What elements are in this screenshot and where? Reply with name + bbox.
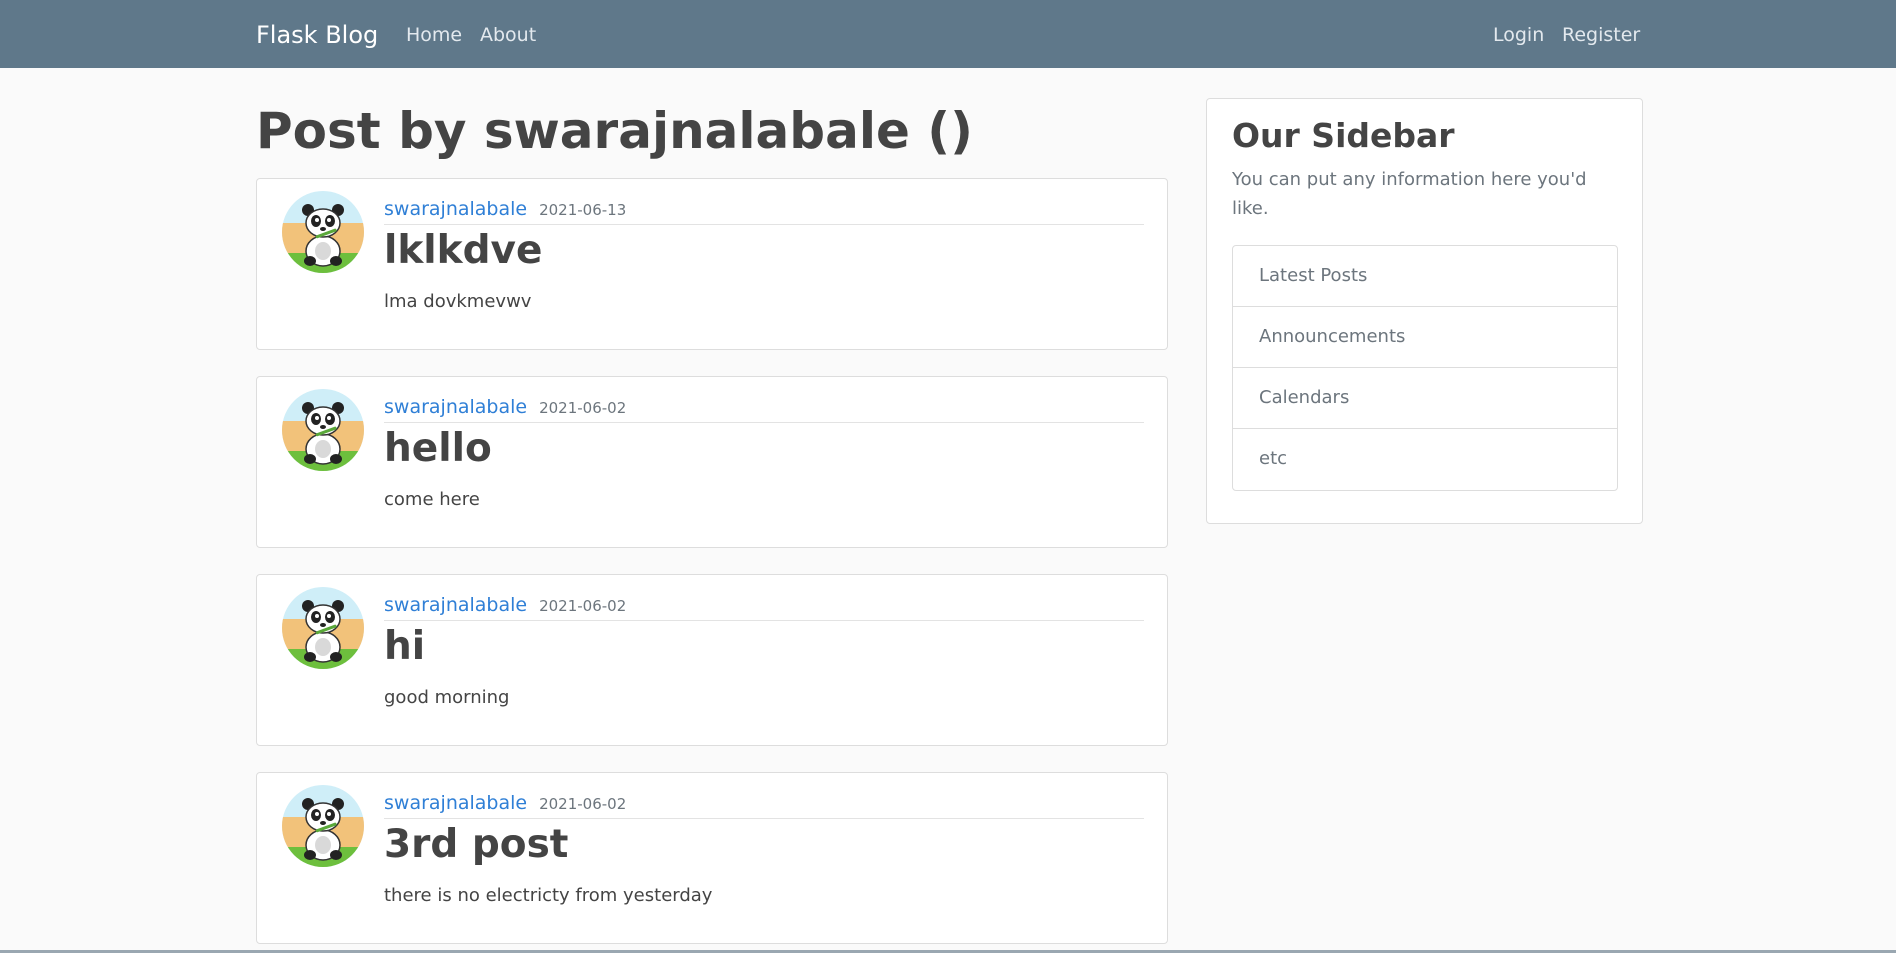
post-author-link[interactable]: swarajnalabale bbox=[384, 792, 527, 814]
brand-link[interactable]: Flask Blog bbox=[256, 20, 378, 50]
panda-avatar-icon bbox=[282, 389, 364, 471]
post-card: swarajnalabale 2021-06-02 hi good morning bbox=[256, 574, 1168, 746]
post-title-link[interactable]: hi bbox=[384, 623, 425, 671]
post-meta: swarajnalabale 2021-06-02 bbox=[384, 789, 1144, 819]
post-author-link[interactable]: swarajnalabale bbox=[384, 198, 527, 220]
sidebar-title: Our Sidebar bbox=[1232, 116, 1455, 155]
post-content: lma dovkmevwv bbox=[384, 291, 532, 312]
post-meta: swarajnalabale 2021-06-13 bbox=[384, 195, 1144, 225]
page-title: Post by swarajnalabale () bbox=[256, 102, 973, 160]
nav-link-about[interactable]: About bbox=[480, 22, 536, 48]
sidebar-description: You can put any information here you'd l… bbox=[1232, 169, 1587, 219]
post-date: 2021-06-02 bbox=[539, 597, 627, 615]
post-card: swarajnalabale 2021-06-13 lklkdve lma dov… bbox=[256, 178, 1168, 350]
post-card: swarajnalabale 2021-06-02 3rd post there … bbox=[256, 772, 1168, 944]
panda-avatar-icon bbox=[282, 587, 364, 669]
sidebar-item-etc[interactable]: etc bbox=[1233, 429, 1617, 490]
panda-avatar-icon bbox=[282, 191, 364, 273]
post-title-link[interactable]: 3rd post bbox=[384, 821, 568, 869]
post-author-link[interactable]: swarajnalabale bbox=[384, 396, 527, 418]
nav-link-register[interactable]: Register bbox=[1562, 22, 1640, 48]
post-author-link[interactable]: swarajnalabale bbox=[384, 594, 527, 616]
panda-avatar-icon bbox=[282, 785, 364, 867]
post-date: 2021-06-13 bbox=[539, 201, 627, 219]
post-content: there is no electricty from yesterday bbox=[384, 885, 713, 906]
nav-link-home[interactable]: Home bbox=[406, 22, 462, 48]
sidebar-list: Latest Posts Announcements Calendars etc bbox=[1232, 245, 1618, 491]
sidebar-item-announcements[interactable]: Announcements bbox=[1233, 307, 1617, 368]
post-meta: swarajnalabale 2021-06-02 bbox=[384, 393, 1144, 423]
top-navbar: Flask Blog Home About Login Register bbox=[0, 0, 1896, 68]
sidebar-item-latest-posts[interactable]: Latest Posts bbox=[1233, 246, 1617, 307]
nav-link-login[interactable]: Login bbox=[1493, 22, 1544, 48]
post-content: good morning bbox=[384, 687, 510, 708]
post-meta: swarajnalabale 2021-06-02 bbox=[384, 591, 1144, 621]
sidebar: Our Sidebar You can put any information … bbox=[1206, 98, 1643, 524]
post-card: swarajnalabale 2021-06-02 hello come here bbox=[256, 376, 1168, 548]
post-content: come here bbox=[384, 489, 480, 510]
post-date: 2021-06-02 bbox=[539, 399, 627, 417]
post-title-link[interactable]: hello bbox=[384, 425, 492, 473]
sidebar-item-calendars[interactable]: Calendars bbox=[1233, 368, 1617, 429]
post-title-link[interactable]: lklkdve bbox=[384, 227, 542, 275]
post-date: 2021-06-02 bbox=[539, 795, 627, 813]
